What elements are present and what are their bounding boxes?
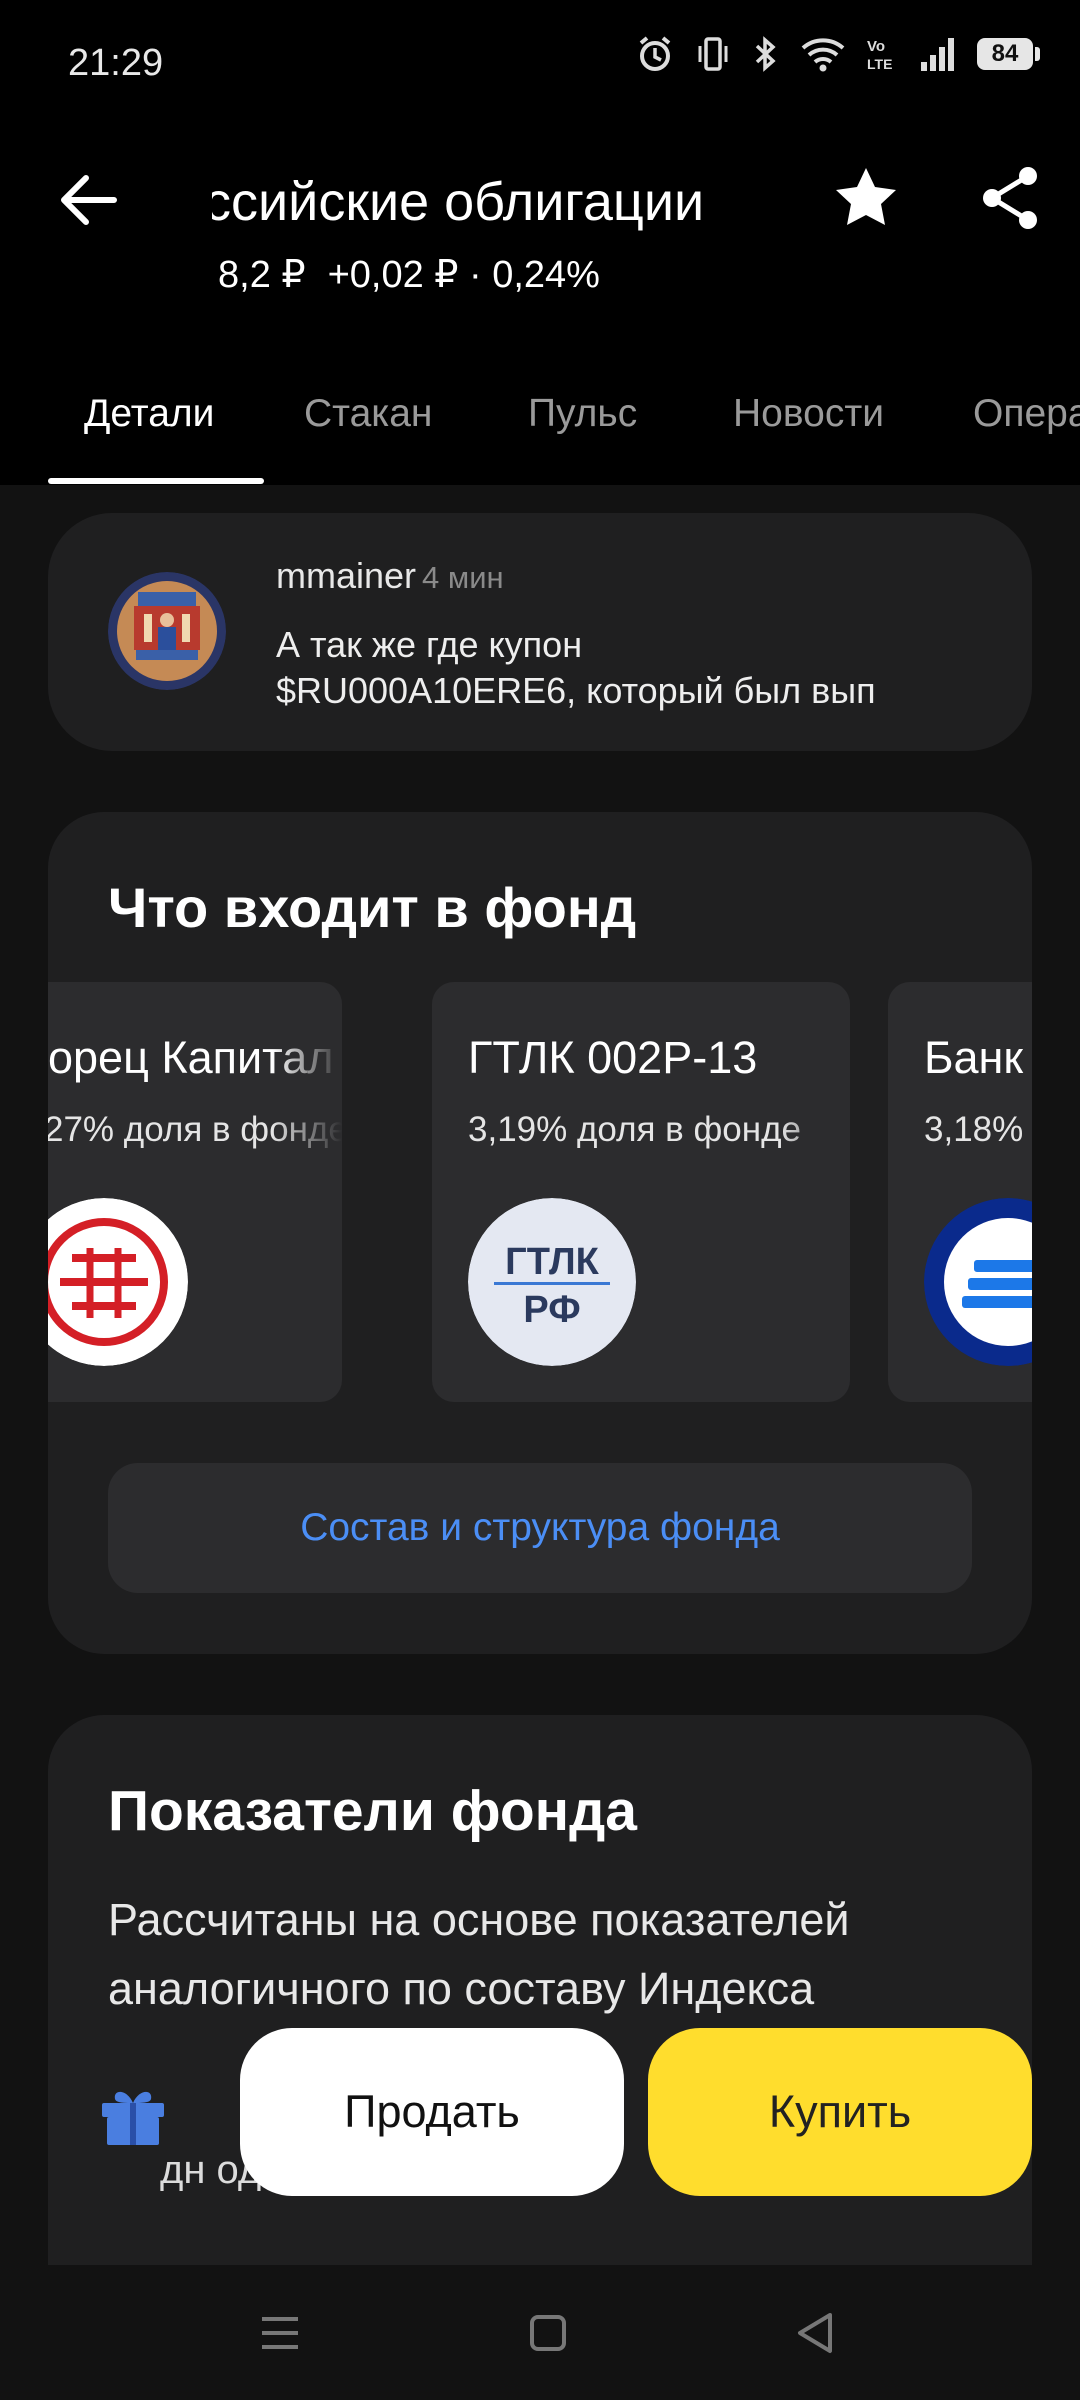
tab-pulse[interactable]: Пульс <box>528 392 637 436</box>
gtlk-logo-icon: ГТЛК РФ <box>468 1198 636 1366</box>
alarm-icon <box>639 36 671 71</box>
share-icon[interactable] <box>972 160 1048 236</box>
holding-name: ГТЛК 002Р-13 <box>468 1032 758 1083</box>
back-nav-icon[interactable] <box>786 2303 846 2363</box>
post-text: А так же где купон $RU000A10ERE6, которы… <box>276 622 976 714</box>
volte-icon: VoLTE <box>867 38 892 72</box>
instrument-title-text: ссийские облигации <box>212 172 705 232</box>
holding-card[interactable]: Банк 3,18% <box>888 982 1032 1402</box>
price-row: 8,2 ₽ +0,02 ₽ · 0,24% <box>218 252 600 297</box>
svg-text:Vo: Vo <box>867 38 885 55</box>
status-icons: Vo LTE 84 <box>635 34 1040 74</box>
gift-icon[interactable] <box>98 2085 168 2147</box>
fund-metrics-title: Показатели фонда <box>108 1779 637 1843</box>
tab-order-book[interactable]: Стакан <box>304 392 432 436</box>
fund-structure-button[interactable]: Состав и структура фонда <box>108 1463 972 1593</box>
svg-text:LTE: LTE <box>867 56 892 72</box>
tab-news[interactable]: Новости <box>733 392 884 436</box>
menu-icon[interactable] <box>250 2303 310 2363</box>
holding-share: 3,19% доля в фонде <box>468 1110 801 1149</box>
vibrate-icon <box>698 37 728 71</box>
gtlk-logo-text-2: РФ <box>523 1289 580 1331</box>
avatar[interactable] <box>108 572 226 690</box>
price-change: +0,02 ₽ · 0,24% <box>327 254 600 296</box>
battery-level: 84 <box>977 38 1033 70</box>
instrument-title: ссийские облигации <box>212 165 792 240</box>
battery-icon: 84 <box>977 38 1040 70</box>
buy-button[interactable]: Купить <box>648 2028 1032 2196</box>
wifi-icon <box>801 38 845 72</box>
holding-share: 3,18% <box>924 1110 1024 1149</box>
fund-metrics-description: Рассчитаны на основе показателей аналоги… <box>108 1894 850 2014</box>
gtlk-logo-text-1: ГТЛК <box>505 1241 599 1283</box>
holding-card[interactable]: ГТЛК 002Р-13 3,19% доля в фонде ГТЛК РФ <box>432 982 850 1402</box>
back-arrow-icon[interactable] <box>52 165 122 235</box>
fund-composition-title: Что входит в фонд <box>108 876 637 939</box>
status-time: 21:29 <box>68 42 164 84</box>
star-icon[interactable] <box>828 160 904 236</box>
holding-name: Банк <box>924 1032 1024 1083</box>
post-text-line-1: А так же где купон <box>276 624 583 665</box>
post-text-line-2: $RU000A10ERE6, который был вып <box>276 670 876 711</box>
holding-card[interactable]: орец Капитал 27% доля в фонде <box>48 982 342 1402</box>
sell-button[interactable]: Продать <box>240 2028 624 2196</box>
post-time: 4 мин <box>422 560 504 595</box>
borec-logo-icon <box>48 1198 188 1366</box>
post-author[interactable]: mmainer 4 мин <box>276 555 504 597</box>
bank-logo-icon <box>924 1198 1032 1366</box>
bluetooth-icon <box>755 36 776 72</box>
home-icon[interactable] <box>518 2303 578 2363</box>
tab-details[interactable]: Детали <box>84 392 214 436</box>
holdings-carousel[interactable]: орец Капитал 27% доля в фонде ГТЛК 002Р-… <box>48 982 1032 1402</box>
tab-operations[interactable]: Опера <box>973 392 1080 436</box>
current-price: 8,2 ₽ <box>218 254 306 296</box>
signal-icon <box>921 38 954 71</box>
tab-active-indicator <box>48 478 264 484</box>
post-author-name[interactable]: mmainer <box>276 555 416 596</box>
